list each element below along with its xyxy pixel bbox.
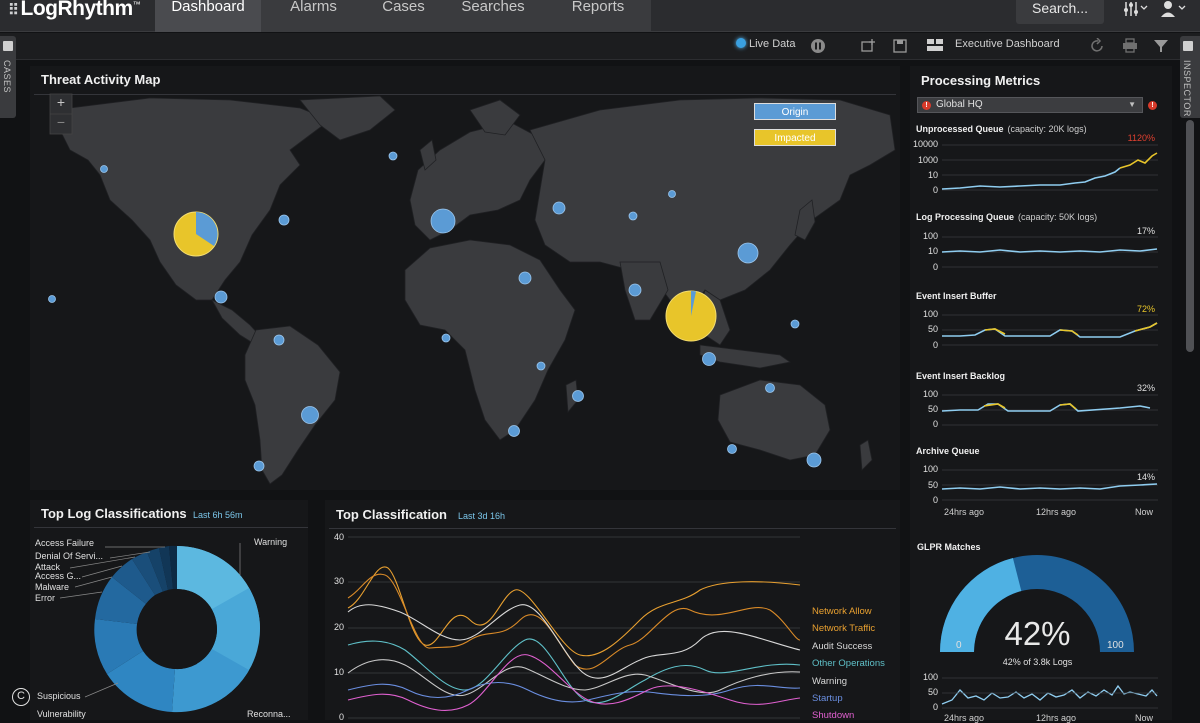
gauge-min: 0 (956, 640, 962, 651)
x-tick: 12hrs ago (1036, 713, 1077, 723)
y-tick: 0 (932, 702, 938, 712)
y-tick: 50 (927, 687, 938, 697)
glpr-gauge[interactable] (0, 0, 1200, 720)
glpr-percent: 42% (1004, 615, 1071, 652)
gauge-max: 100 (1107, 640, 1124, 651)
x-tick: 24hrs ago (944, 713, 985, 723)
glpr-subtitle: 42% of 3.8k Logs (1002, 657, 1073, 667)
x-tick: Now (1135, 713, 1154, 723)
y-tick: 100 (922, 672, 938, 682)
